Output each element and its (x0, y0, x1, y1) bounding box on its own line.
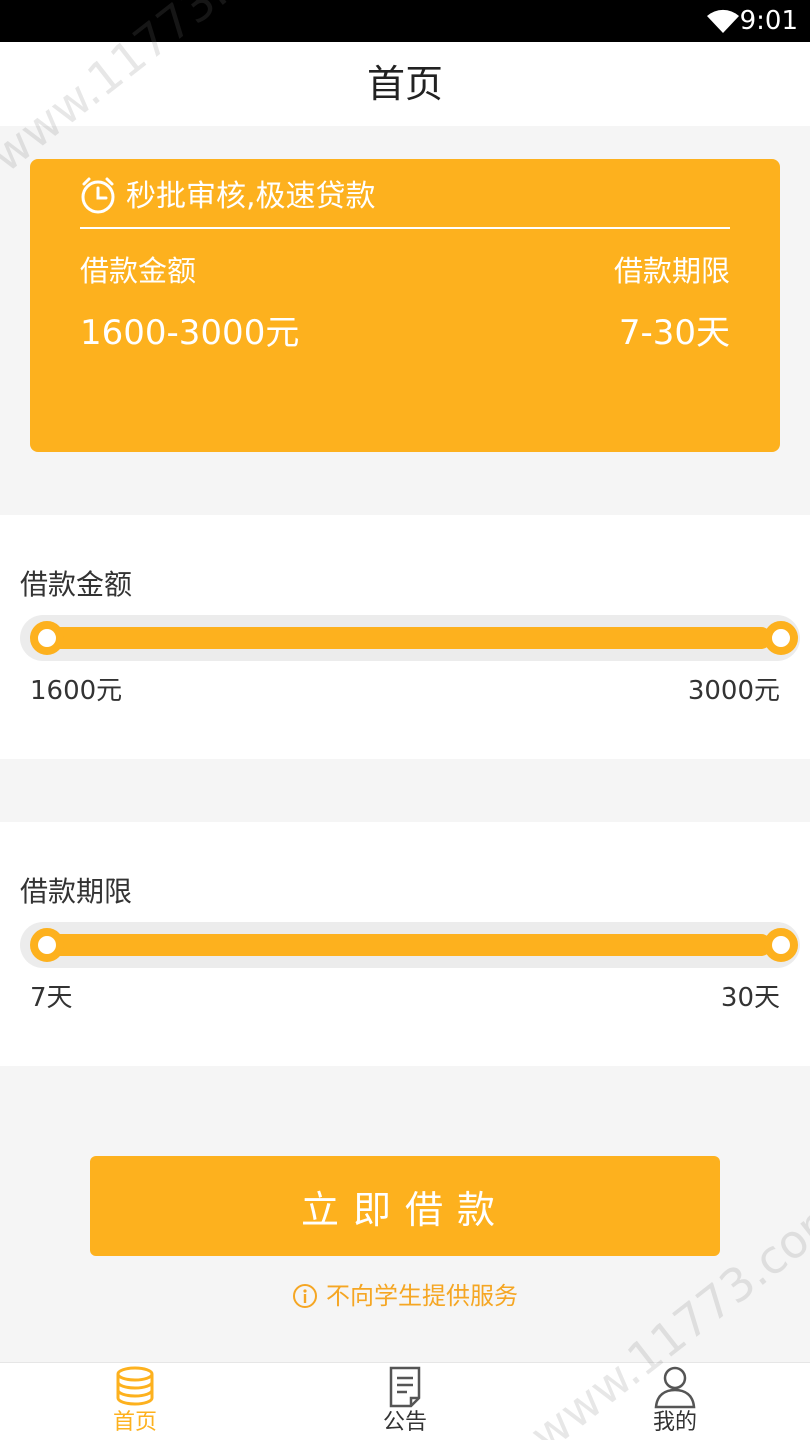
term-slider-min-thumb[interactable] (30, 928, 64, 962)
info-icon (293, 1284, 317, 1308)
amount-max-value: 3000元 (687, 676, 780, 706)
hero-amount-value: 1600-3000元 (80, 313, 300, 353)
term-slider-max-thumb[interactable] (764, 928, 798, 962)
amount-slider-max-thumb[interactable] (764, 621, 798, 655)
app-header: 首页 (0, 42, 810, 126)
hero-divider (80, 227, 730, 229)
alarm-clock-icon (81, 177, 115, 214)
hero-term-label: 借款期限 (613, 254, 730, 288)
amount-panel: 借款金额 1600元 3000元 (0, 515, 810, 759)
amount-slider-label: 借款金额 (20, 568, 133, 601)
wifi-icon (707, 9, 739, 34)
status-time: 9:01 (739, 6, 798, 36)
amount-slider[interactable] (20, 615, 800, 661)
hero-amount-label: 借款金额 (80, 254, 197, 288)
user-icon (654, 1366, 696, 1409)
nav-label-home: 首页 (112, 1410, 157, 1435)
term-slider[interactable] (20, 922, 800, 968)
nav-label-mine: 我的 (652, 1410, 697, 1435)
term-min-value: 7天 (30, 983, 73, 1013)
hero-term-value: 7-30天 (618, 313, 730, 353)
notice: 不向学生提供服务 (0, 1278, 810, 1314)
status-bar: 9:01 (0, 0, 810, 42)
borrow-now-button[interactable]: 立即借款 (90, 1156, 720, 1256)
amount-slider-min-thumb[interactable] (30, 621, 64, 655)
hero-tagline: 秒批审核,极速贷款 (126, 179, 376, 214)
bottom-nav: 首页 公告 我的 (0, 1362, 810, 1440)
coins-stack-icon (116, 1366, 154, 1406)
document-icon (389, 1366, 421, 1408)
term-slider-label: 借款期限 (20, 875, 133, 908)
term-max-value: 30天 (720, 983, 780, 1013)
term-slider-fill (48, 934, 772, 956)
nav-item-home[interactable]: 首页 (75, 1363, 195, 1440)
notice-text: 不向学生提供服务 (326, 1282, 518, 1310)
nav-item-announcements[interactable]: 公告 (345, 1363, 465, 1440)
page-title: 首页 (366, 62, 443, 106)
amount-slider-fill (48, 627, 772, 649)
nav-label-announcements: 公告 (382, 1410, 427, 1435)
nav-item-mine[interactable]: 我的 (615, 1363, 735, 1440)
term-panel: 借款期限 7天 30天 (0, 822, 810, 1066)
hero-card: 秒批审核,极速贷款 借款金额 借款期限 1600-3000元 7-30天 (30, 159, 780, 452)
amount-min-value: 1600元 (30, 676, 123, 706)
